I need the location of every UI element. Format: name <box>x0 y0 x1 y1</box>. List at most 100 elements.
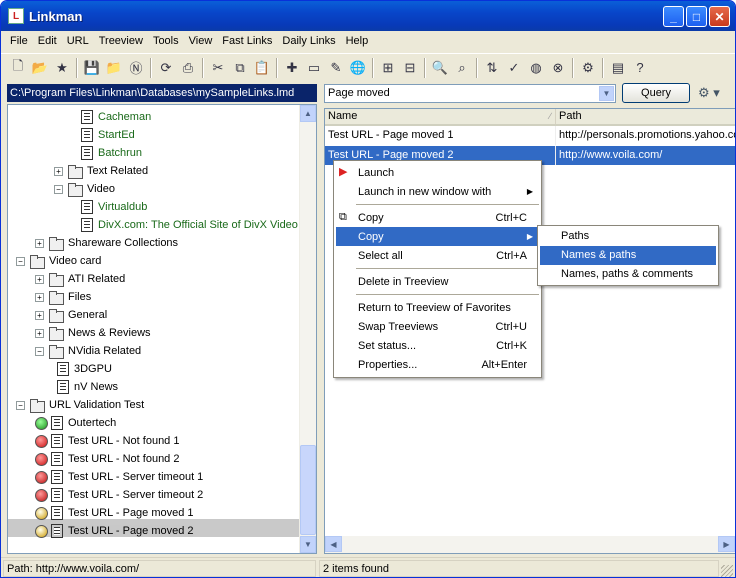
sort-icon[interactable]: ⇅ <box>481 57 503 79</box>
menu-file[interactable]: File <box>5 32 33 50</box>
submenu-item-names-paths-comments[interactable]: Names, paths & comments <box>540 265 716 284</box>
tree-node[interactable]: − NVidia Related <box>35 342 141 360</box>
tree-node[interactable]: − URL Validation Test <box>16 396 144 414</box>
tree-node[interactable]: 3DGPU <box>57 360 112 378</box>
expand-icon[interactable]: + <box>35 328 44 338</box>
context-item-swap-treeviews[interactable]: Swap Treeviews Ctrl+U <box>336 317 539 336</box>
tree-node[interactable]: Batchrun <box>81 144 142 162</box>
edit-icon[interactable]: ✎ <box>325 57 347 79</box>
tree-node[interactable]: + Files <box>35 288 91 306</box>
options-icon[interactable]: ⚙ <box>577 57 599 79</box>
scroll-left-button[interactable]: ◀ <box>325 536 342 552</box>
query-combo[interactable]: Page moved ▼ <box>324 84 616 103</box>
find-icon[interactable]: 🔍 <box>429 57 451 79</box>
query-dropdown-icon[interactable]: ▼ <box>599 86 614 101</box>
print-icon[interactable]: ⎙ <box>177 57 199 79</box>
minimize-button[interactable]: _ <box>663 6 684 27</box>
context-item-copy[interactable]: ⧉ Copy Ctrl+C <box>336 208 539 227</box>
collapse-icon[interactable]: − <box>16 400 25 410</box>
resize-grip-icon[interactable] <box>721 565 733 577</box>
scroll-up-button[interactable]: ▲ <box>300 105 316 122</box>
tree-node[interactable]: Test URL - Not found 1 <box>35 432 179 450</box>
folder-icon[interactable]: 📁 <box>103 57 125 79</box>
scroll-thumb[interactable] <box>300 445 316 535</box>
tree-node[interactable]: StartEd <box>81 126 135 144</box>
collapse-icon[interactable]: − <box>54 184 63 194</box>
context-item-copy[interactable]: Copy ▶ <box>336 227 539 246</box>
tree-vertical-scrollbar[interactable]: ▲ ▼ <box>299 105 316 553</box>
submenu-item-names-paths[interactable]: Names & paths <box>540 246 716 265</box>
expand-icon[interactable]: + <box>35 292 44 302</box>
context-item-launch[interactable]: ▶ Launch <box>336 163 539 182</box>
tree-node[interactable]: Cacheman <box>81 108 151 126</box>
cut-icon[interactable]: ✂ <box>207 57 229 79</box>
tree-node[interactable]: + News & Reviews <box>35 324 151 342</box>
context-item-launch-in-new-window-with[interactable]: Launch in new window with ▶ <box>336 182 539 201</box>
scroll-right-button[interactable]: ▶ <box>718 536 735 552</box>
submenu-item-paths[interactable]: Paths <box>540 227 716 246</box>
collapse-icon[interactable]: − <box>35 346 44 356</box>
paste-icon[interactable]: 📋 <box>251 57 273 79</box>
view-icon[interactable]: ▤ <box>607 57 629 79</box>
list-row[interactable]: Test URL - Page moved 1 http://personals.… <box>325 126 735 145</box>
tree-node[interactable]: Test URL - Page moved 1 <box>35 504 194 522</box>
context-item-properties[interactable]: Properties... Alt+Enter <box>336 355 539 374</box>
add-url-icon[interactable]: ✚ <box>281 57 303 79</box>
menu-view[interactable]: View <box>184 32 218 50</box>
tree-node[interactable]: + General <box>35 306 107 324</box>
collapse-icon[interactable]: − <box>16 256 25 266</box>
find-dup-icon[interactable]: ⌕ <box>451 57 473 79</box>
save-icon[interactable]: 💾 <box>81 57 103 79</box>
menu-treeview[interactable]: Treeview <box>94 32 148 50</box>
tree-node[interactable]: Test URL - Server timeout 1 <box>35 468 203 486</box>
context-item-return-to-treeview-of-favorites[interactable]: Return to Treeview of Favorites <box>336 298 539 317</box>
help-icon[interactable]: ? <box>629 57 651 79</box>
scroll-down-button[interactable]: ▼ <box>300 536 316 553</box>
expand-icon[interactable]: + <box>35 238 44 248</box>
expand-icon[interactable]: ⊞ <box>377 57 399 79</box>
tree-node[interactable]: − Video card <box>16 252 101 270</box>
import-icon[interactable]: ⟳ <box>155 57 177 79</box>
query-options-icon[interactable]: ⚙ ▾ <box>698 85 720 101</box>
expand-icon[interactable]: + <box>54 166 63 176</box>
open-icon[interactable]: 📂 <box>29 57 51 79</box>
expand-icon[interactable]: + <box>35 310 44 320</box>
maximize-button[interactable]: □ <box>686 6 707 27</box>
query-button[interactable]: Query <box>622 83 690 103</box>
netscape-icon[interactable]: Ⓝ <box>125 57 147 79</box>
tree-node[interactable]: DivX.com: The Official Site of DivX Vide… <box>81 216 298 234</box>
expand-icon[interactable]: + <box>35 274 44 284</box>
favorite-icon[interactable]: ★ <box>51 57 73 79</box>
browse-icon[interactable]: 🌐 <box>347 57 369 79</box>
tree-node[interactable]: + Shareware Collections <box>35 234 178 252</box>
context-item-select-all[interactable]: Select all Ctrl+A <box>336 246 539 265</box>
tree-node[interactable]: + Text Related <box>54 162 148 180</box>
check-icon[interactable]: ✓ <box>503 57 525 79</box>
tree-node[interactable]: − Video <box>54 180 115 198</box>
tree-node[interactable]: Test URL - Server timeout 2 <box>35 486 203 504</box>
tree-node[interactable]: Virtualdub <box>81 198 147 216</box>
tree-node[interactable]: Test URL - Not found 2 <box>35 450 179 468</box>
column-header-path[interactable]: Path <box>556 109 735 124</box>
treeview[interactable]: ▲ ▼ Cacheman StartEd Batchrun + Text Related… <box>7 104 317 554</box>
menu-help[interactable]: Help <box>341 32 374 50</box>
column-header-name[interactable]: Name ∕ <box>325 109 556 124</box>
new-icon[interactable]: 🗋 <box>7 57 29 79</box>
menu-fast-links[interactable]: Fast Links <box>217 32 277 50</box>
tree-node[interactable]: Outertech <box>35 414 116 432</box>
context-item-set-status[interactable]: Set status... Ctrl+K <box>336 336 539 355</box>
list-horizontal-scrollbar[interactable]: ◀ ▶ <box>325 536 735 553</box>
copy-icon[interactable]: ⧉ <box>229 57 251 79</box>
menu-daily-links[interactable]: Daily Links <box>277 32 340 50</box>
menu-edit[interactable]: Edit <box>33 32 62 50</box>
menu-url[interactable]: URL <box>62 32 94 50</box>
tree-node[interactable]: + ATI Related <box>35 270 125 288</box>
menu-tools[interactable]: Tools <box>148 32 184 50</box>
context-item-delete-in-treeview[interactable]: Delete in Treeview <box>336 272 539 291</box>
add-folder-icon[interactable]: ▭ <box>303 57 325 79</box>
collapse-icon[interactable]: ⊟ <box>399 57 421 79</box>
close-button[interactable]: ✕ <box>709 6 730 27</box>
globe-icon[interactable]: ◍ <box>525 57 547 79</box>
stop-icon[interactable]: ⊗ <box>547 57 569 79</box>
tree-node[interactable]: Test URL - Page moved 2 <box>35 522 194 540</box>
